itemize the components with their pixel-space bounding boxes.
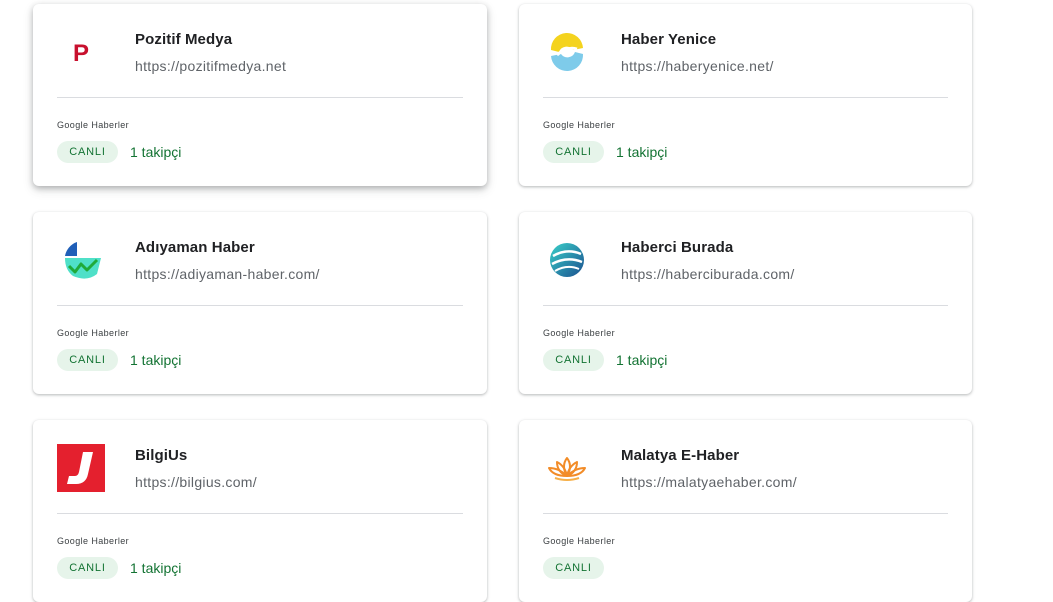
status-badge: CANLI: [543, 141, 604, 163]
svg-text:P: P: [73, 40, 89, 67]
source-url: https://haberyenice.net/: [621, 58, 774, 74]
source-url: https://adiyaman-haber.com/: [135, 266, 320, 282]
follower-count: 1 takipçi: [130, 352, 182, 368]
status-badge: CANLI: [57, 349, 118, 371]
source-url: https://pozitifmedya.net: [135, 58, 287, 74]
source-name: BilgiUs: [135, 447, 188, 464]
card-divider: [543, 97, 948, 98]
card-divider: [543, 305, 948, 306]
source-provider: Google Haberler: [57, 536, 130, 546]
source-url: https://bilgius.com/: [135, 474, 257, 490]
source-card-pozitif-medya[interactable]: P Pozitif Medya https://pozitifmedya.net…: [33, 4, 487, 186]
bilgius-logo-icon: [57, 444, 105, 492]
malatya-e-haber-logo-icon: [543, 444, 591, 492]
adiyaman-haber-logo-icon: [57, 236, 105, 284]
source-card-malatya-e-haber[interactable]: Malatya E-Haber https://malatyaehaber.co…: [519, 420, 972, 602]
source-provider: Google Haberler: [543, 536, 616, 546]
source-name: Pozitif Medya: [135, 31, 233, 48]
status-badge: CANLI: [543, 349, 604, 371]
card-divider: [543, 513, 948, 514]
source-provider: Google Haberler: [543, 120, 616, 130]
card-divider: [57, 97, 463, 98]
follower-count: 1 takipçi: [616, 352, 668, 368]
source-card-adiyaman-haber[interactable]: Adıyaman Haber https://adiyaman-haber.co…: [33, 212, 487, 394]
source-card-haberci-burada[interactable]: Haberci Burada https://haberciburada.com…: [519, 212, 972, 394]
source-provider: Google Haberler: [57, 328, 130, 338]
follower-count: 1 takipçi: [130, 144, 182, 160]
card-divider: [57, 513, 463, 514]
status-badge: CANLI: [57, 557, 118, 579]
source-url: https://malatyaehaber.com/: [621, 474, 797, 490]
card-divider: [57, 305, 463, 306]
source-name: Malatya E-Haber: [621, 447, 740, 464]
pozitif-medya-logo-icon: P: [57, 28, 105, 76]
source-url: https://haberciburada.com/: [621, 266, 795, 282]
source-provider: Google Haberler: [57, 120, 130, 130]
status-badge: CANLI: [543, 557, 604, 579]
haberci-burada-logo-icon: [543, 236, 591, 284]
status-badge: CANLI: [57, 141, 118, 163]
haber-yenice-logo-icon: [543, 28, 591, 76]
source-card-grid: P Pozitif Medya https://pozitifmedya.net…: [33, 4, 972, 602]
follower-count: 1 takipçi: [130, 560, 182, 576]
source-name: Haberci Burada: [621, 239, 734, 256]
follower-count: 1 takipçi: [616, 144, 668, 160]
source-name: Haber Yenice: [621, 31, 717, 48]
source-name: Adıyaman Haber: [135, 239, 255, 256]
source-card-bilgius[interactable]: BilgiUs https://bilgius.com/ Google Habe…: [33, 420, 487, 602]
source-provider: Google Haberler: [543, 328, 616, 338]
source-card-haber-yenice[interactable]: Haber Yenice https://haberyenice.net/ Go…: [519, 4, 972, 186]
